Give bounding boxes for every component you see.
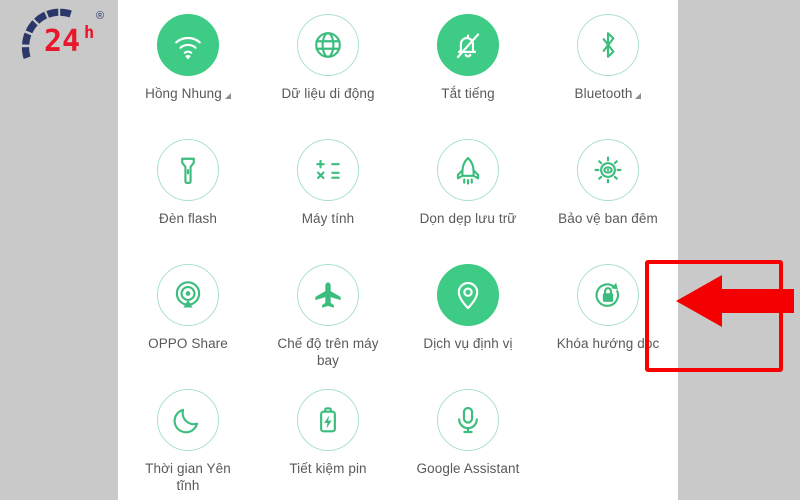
qs-tile-wifi[interactable]: Hồng Nhung (118, 0, 258, 125)
calculator-icon (316, 159, 340, 180)
qs-label-wrap-mute: Tắt tiếng (441, 76, 494, 102)
qs-label-calculator: Máy tính (301, 211, 355, 226)
qs-toggle-calculator[interactable] (297, 139, 359, 201)
qs-tile-storage-cleanup[interactable]: Dọn dẹp lưu trữ (398, 125, 538, 250)
share-radar-icon (175, 281, 201, 308)
qs-label-wrap-mobile-data: Dữ liệu di động (281, 76, 374, 102)
qs-tile-flashlight[interactable]: Đèn flash (118, 125, 258, 250)
qs-label-mobile-data: Dữ liệu di động (281, 86, 375, 101)
logo-brand-suffix: h (84, 23, 94, 43)
qs-tile-location[interactable]: Dịch vụ định vị (398, 250, 538, 375)
qs-label-wrap-wifi: Hồng Nhung (145, 76, 231, 102)
qs-toggle-mobile-data[interactable] (297, 14, 359, 76)
annotation-arrow-left-icon (676, 272, 794, 330)
qs-label-wrap-storage-cleanup: Dọn dẹp lưu trữ (420, 201, 517, 227)
qs-label-wrap-location: Dịch vụ định vị (423, 326, 512, 352)
qs-label-wrap-rotation-lock: Khóa hướng dọc (557, 326, 660, 352)
qs-label-wrap-oppo-share: OPPO Share (148, 326, 228, 352)
qs-tile-rotation-lock[interactable]: Khóa hướng dọc (538, 250, 678, 375)
eye-sun-icon (594, 156, 622, 184)
rocket-icon (456, 156, 480, 185)
qs-label-wrap-calculator: Máy tính (302, 201, 355, 227)
qs-toggle-bluetooth[interactable] (577, 14, 639, 76)
bluetooth-icon (602, 32, 615, 58)
phone-screen-panel: Hồng Nhung Dữ liệu di động Tắt tiếng Blueto… (118, 0, 783, 500)
qs-toggle-quiet-time[interactable] (157, 389, 219, 451)
qs-label-night-shield: Bảo vệ ban đêm (558, 211, 658, 226)
qs-label-wrap-bluetooth: Bluetooth (575, 76, 642, 102)
globe-icon (315, 32, 341, 58)
qs-tile-calculator[interactable]: Máy tính (258, 125, 398, 250)
qs-tile-quiet-time[interactable]: Thời gian Yên tĩnh (118, 375, 258, 500)
qs-label-storage-cleanup: Dọn dẹp lưu trữ (419, 211, 517, 226)
moon-icon (173, 408, 199, 434)
qs-label-wrap-battery-saver: Tiết kiệm pin (289, 451, 366, 477)
qs-tile-mute[interactable]: Tắt tiếng (398, 0, 538, 125)
qs-toggle-flashlight[interactable] (157, 139, 219, 201)
qs-label-rotation-lock: Khóa hướng dọc (556, 336, 660, 351)
qs-toggle-rotation-lock[interactable] (577, 264, 639, 326)
qs-label-location: Dịch vụ định vị (423, 336, 513, 351)
airplane-icon (315, 282, 341, 308)
qs-tile-airplane-mode[interactable]: Chế độ trên máy bay (258, 250, 398, 375)
qs-tile-oppo-share[interactable]: OPPO Share (118, 250, 258, 375)
qs-tile-google-assistant[interactable]: Google Assistant (398, 375, 538, 500)
qs-label-oppo-share: OPPO Share (148, 336, 228, 351)
qs-tile-mobile-data[interactable]: Dữ liệu di động (258, 0, 398, 125)
qs-toggle-wifi[interactable] (157, 14, 219, 76)
registered-mark-icon: ® (96, 10, 104, 22)
qs-expand-caret-bluetooth[interactable] (635, 93, 642, 99)
qs-tile-battery-saver[interactable]: Tiết kiệm pin (258, 375, 398, 500)
qs-expand-caret-wifi[interactable] (224, 93, 231, 99)
battery-bolt-icon (320, 407, 336, 433)
qs-label-wifi: Hồng Nhung (145, 86, 222, 101)
wifi-icon (175, 36, 201, 60)
qs-label-bluetooth: Bluetooth (574, 86, 633, 101)
qs-label-quiet-time: Thời gian Yên tĩnh (145, 461, 231, 493)
qs-label-flashlight: Đèn flash (159, 211, 217, 226)
qs-toggle-airplane-mode[interactable] (297, 264, 359, 326)
bell-slash-icon (456, 33, 480, 59)
quick-settings-grid: Hồng Nhung Dữ liệu di động Tắt tiếng Blueto… (118, 0, 678, 500)
qs-label-battery-saver: Tiết kiệm pin (289, 461, 367, 476)
qs-toggle-google-assistant[interactable] (437, 389, 499, 451)
flashlight-icon (181, 157, 195, 185)
qs-toggle-location[interactable] (437, 264, 499, 326)
qs-label-wrap-airplane-mode: Chế độ trên máy bay (277, 326, 378, 369)
qs-label-wrap-google-assistant: Google Assistant (417, 451, 520, 477)
brand-watermark-logo: 24 h ® (14, 4, 118, 66)
logo-brand-text: 24 (44, 24, 80, 59)
qs-label-airplane-mode: Chế độ trên máy bay (277, 336, 379, 368)
qs-tile-night-shield[interactable]: Bảo vệ ban đêm (538, 125, 678, 250)
qs-label-wrap-quiet-time: Thời gian Yên tĩnh (145, 451, 231, 494)
qs-label-wrap-night-shield: Bảo vệ ban đêm (558, 201, 658, 227)
rotation-lock-icon (595, 282, 619, 307)
qs-toggle-mute[interactable] (437, 14, 499, 76)
qs-tile-bluetooth[interactable]: Bluetooth (538, 0, 678, 125)
qs-label-wrap-flashlight: Đèn flash (159, 201, 217, 227)
qs-toggle-storage-cleanup[interactable] (437, 139, 499, 201)
qs-toggle-oppo-share[interactable] (157, 264, 219, 326)
qs-toggle-night-shield[interactable] (577, 139, 639, 201)
qs-toggle-battery-saver[interactable] (297, 389, 359, 451)
qs-label-google-assistant: Google Assistant (416, 461, 520, 476)
microphone-icon (458, 406, 478, 434)
screenshot-root: 24 h ® Hồng Nhung Dữ liệu di động Tắt tiến… (0, 0, 800, 500)
location-pin-icon (457, 281, 479, 310)
qs-label-mute: Tắt tiếng (441, 86, 495, 101)
